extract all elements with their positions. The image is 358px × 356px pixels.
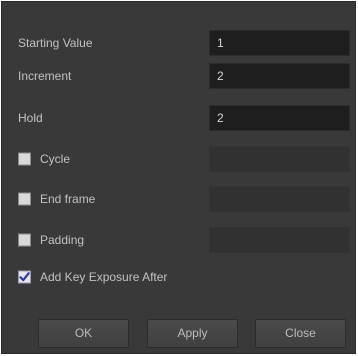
end-frame-input xyxy=(209,186,350,212)
padding-input xyxy=(209,227,350,253)
add-key-exposure-after-checkbox[interactable] xyxy=(18,270,31,284)
checkmark-icon xyxy=(19,272,30,282)
padding-row: Padding xyxy=(2,227,355,253)
end-frame-checkbox[interactable] xyxy=(18,192,31,206)
add-key-exposure-after-row: Add Key Exposure After xyxy=(2,264,355,290)
increment-label: Increment xyxy=(18,69,72,83)
hold-input[interactable]: 2 xyxy=(209,105,350,131)
padding-label[interactable]: Padding xyxy=(40,233,84,247)
cycle-input xyxy=(209,146,350,172)
padding-checkbox[interactable] xyxy=(18,233,31,247)
increment-input[interactable]: 2 xyxy=(209,63,350,89)
hold-row: Hold 2 xyxy=(2,105,355,131)
cycle-label[interactable]: Cycle xyxy=(40,152,70,166)
cycle-checkbox[interactable] xyxy=(18,152,31,166)
close-button[interactable]: Close xyxy=(255,319,346,348)
cycle-row: Cycle xyxy=(2,146,355,172)
add-key-exposure-after-label[interactable]: Add Key Exposure After xyxy=(40,270,167,284)
dialog: Starting Value 1 Increment 2 Hold 2 Cycl… xyxy=(1,1,356,354)
ok-button[interactable]: OK xyxy=(38,319,129,348)
starting-value-row: Starting Value 1 xyxy=(2,30,355,56)
end-frame-label[interactable]: End frame xyxy=(40,192,95,206)
starting-value-label: Starting Value xyxy=(18,36,93,50)
apply-button[interactable]: Apply xyxy=(147,319,238,348)
end-frame-row: End frame xyxy=(2,186,355,212)
hold-label: Hold xyxy=(18,111,43,125)
increment-row: Increment 2 xyxy=(2,63,355,89)
starting-value-input[interactable]: 1 xyxy=(209,30,350,56)
